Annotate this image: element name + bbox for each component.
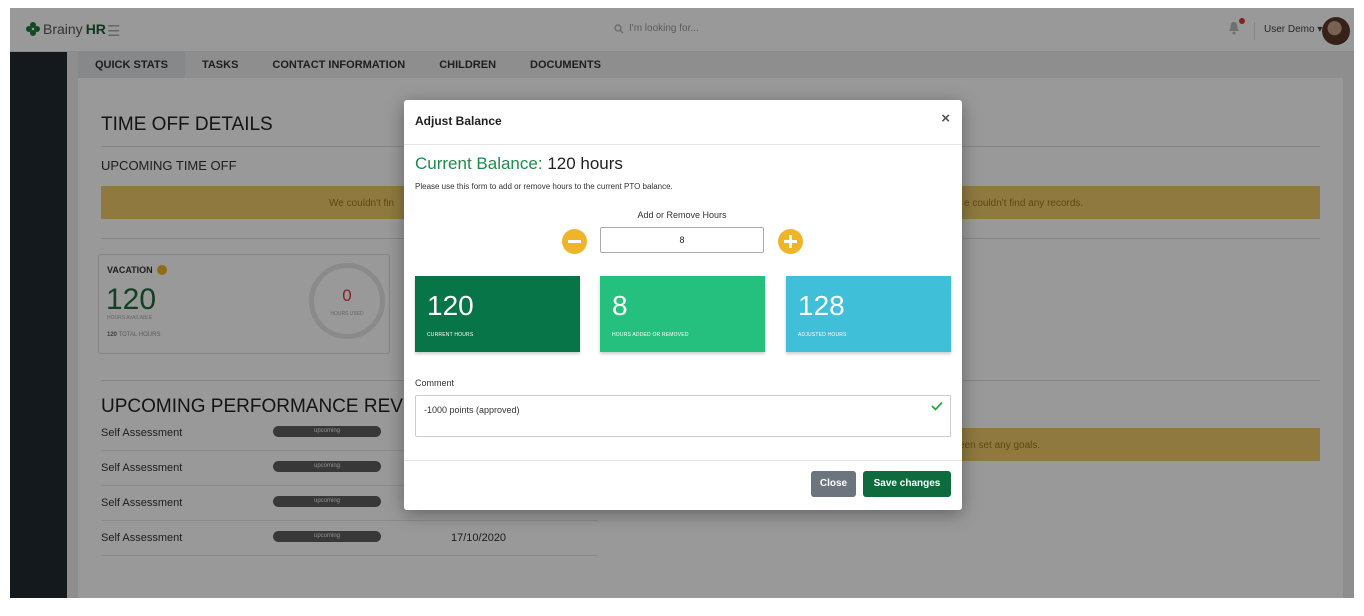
close-icon[interactable]: × [941,110,950,127]
hours-added-value: 8 [612,290,628,321]
adjusted-hours-value: 128 [798,290,845,321]
adjust-hours-label: Add or Remove Hours [637,210,727,220]
modal-title: Adjust Balance [415,114,502,128]
current-hours-tile: 120 CURRENT HOURS [415,276,580,352]
close-button[interactable]: Close [811,471,856,497]
hours-added-tile: 8 HOURS ADDED OR REMOVED [600,276,765,352]
minus-circle-icon[interactable] [562,229,587,254]
adjusted-hours-tile: 128 ADJUSTED HOURS [786,276,951,352]
adjusted-hours-label: ADJUSTED HOURS [798,332,847,338]
comment-label: Comment [415,378,455,388]
divider [404,460,962,461]
current-balance-value: 120 hours [547,154,623,173]
current-hours-value: 120 [427,290,474,321]
adjust-balance-modal: Adjust Balance × Current Balance: 120 ho… [404,100,962,510]
comment-value: -1000 points (approved) [424,405,520,415]
save-changes-button[interactable]: Save changes [863,471,951,497]
current-hours-label: CURRENT HOURS [427,332,474,338]
hours-added-label: HOURS ADDED OR REMOVED [612,332,689,338]
divider [404,144,962,145]
current-balance-label: Current Balance: [415,154,543,173]
plus-circle-icon[interactable] [778,229,803,254]
check-icon [931,401,943,411]
adjust-hours-input[interactable]: 8 [600,227,764,253]
modal-description: Please use this form to add or remove ho… [415,182,673,191]
comment-textarea[interactable]: -1000 points (approved) [415,395,951,437]
current-balance: Current Balance: 120 hours [415,154,623,174]
